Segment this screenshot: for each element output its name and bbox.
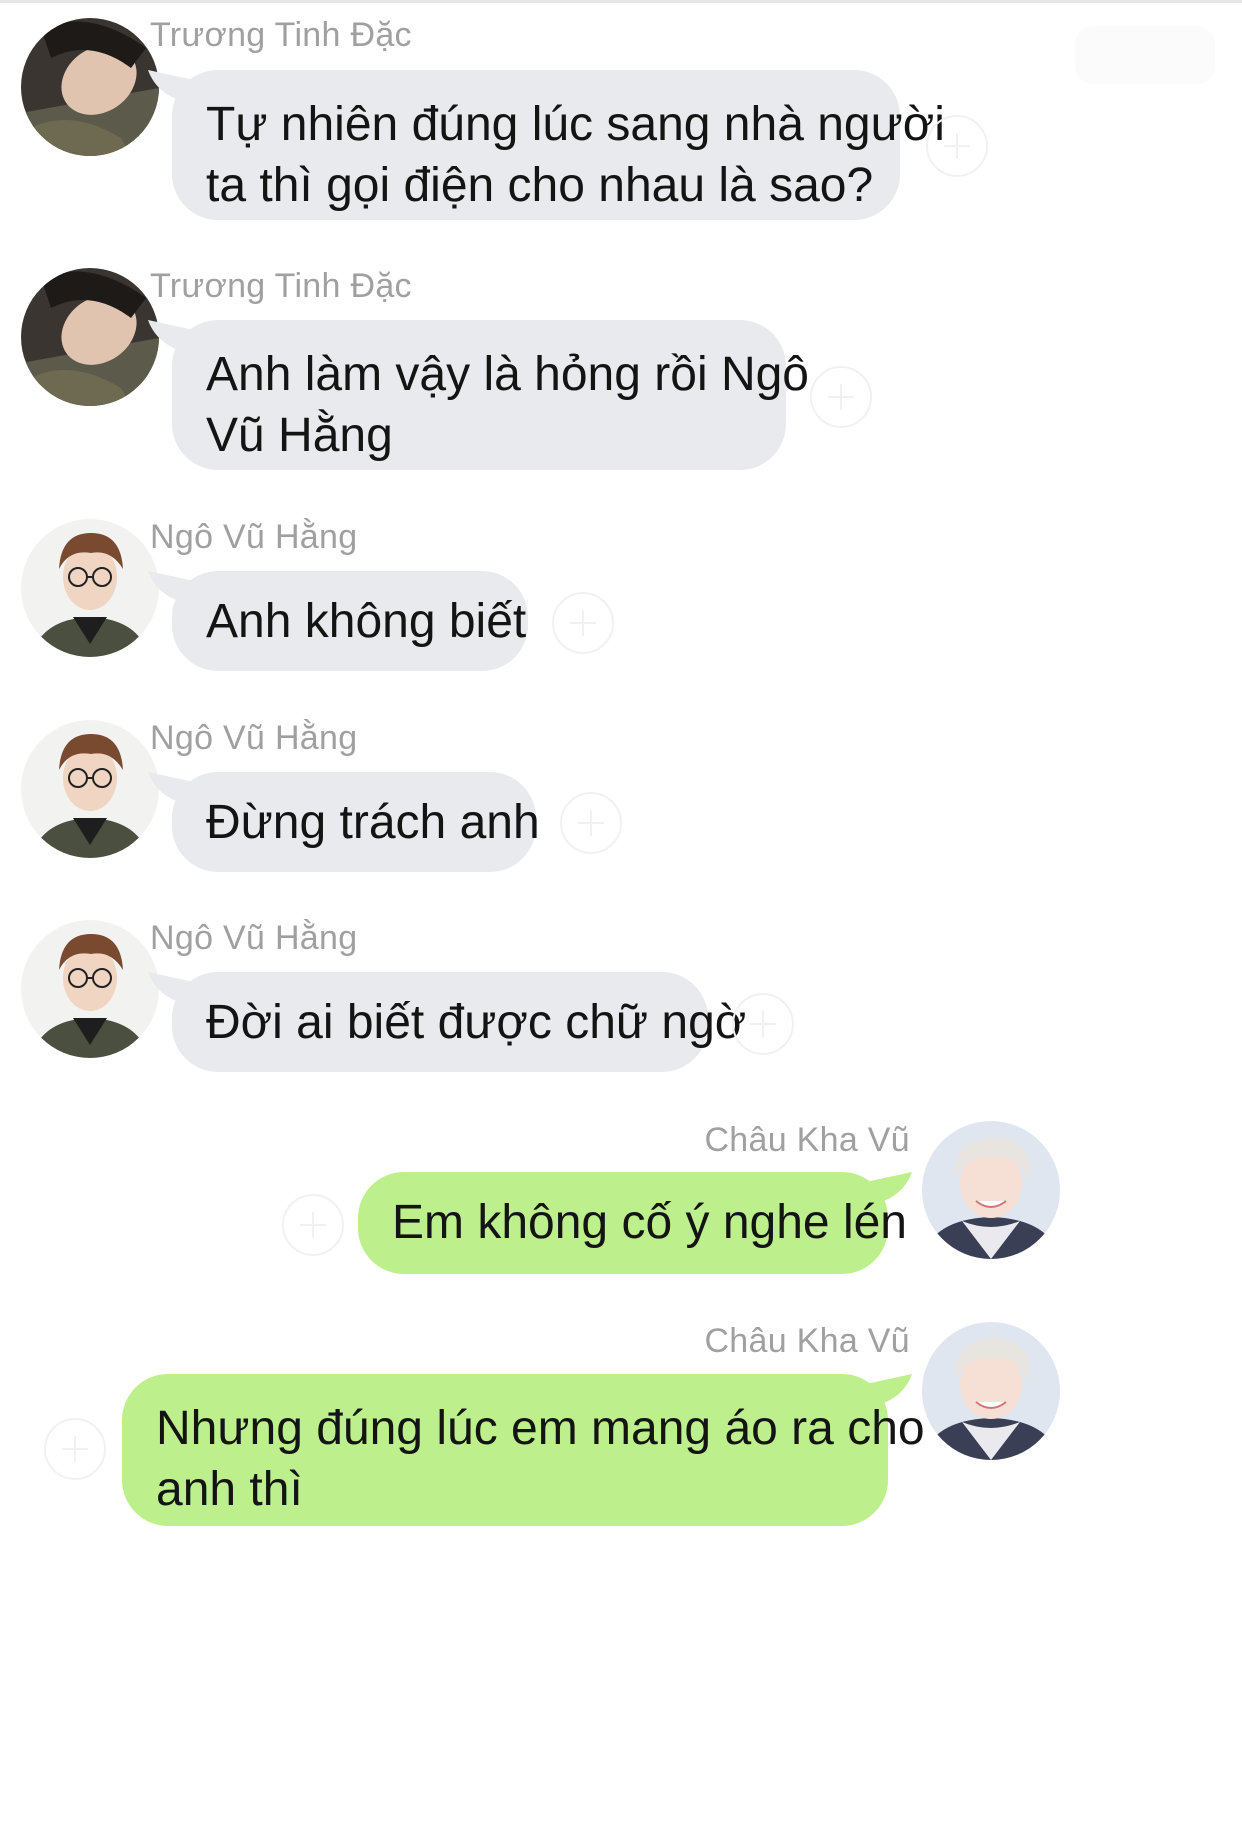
- add-reaction-icon[interactable]: [552, 592, 614, 654]
- message-bubble[interactable]: Anh làm vậy là hỏng rồi Ngô Vũ Hằng: [172, 320, 809, 470]
- add-reaction-icon[interactable]: [810, 366, 872, 428]
- message-bubble[interactable]: Tự nhiên đúng lúc sang nhà người ta thì …: [172, 70, 945, 220]
- sender-name: Ngô Vũ Hằng: [150, 719, 358, 757]
- avatar-image: [21, 920, 159, 1058]
- message-line: Đời ai biết được chữ ngờ: [206, 996, 747, 1049]
- avatar-image: [922, 1121, 1060, 1259]
- message-line: anh thì: [156, 1463, 303, 1516]
- avatar-truong-tinh-dac[interactable]: [21, 268, 159, 406]
- avatar-ngo-vu-hang[interactable]: [21, 920, 159, 1058]
- sender-name: Ngô Vũ Hằng: [150, 919, 358, 957]
- message-bubble[interactable]: Nhưng đúng lúc em mang áo ra cho anh thì: [122, 1374, 925, 1526]
- message-bubble[interactable]: Em không cố ý nghe lén: [358, 1172, 907, 1274]
- add-reaction-icon[interactable]: [732, 993, 794, 1055]
- avatar-ngo-vu-hang[interactable]: [21, 720, 159, 858]
- avatar-image: [922, 1322, 1060, 1460]
- message-line: Em không cố ý nghe lén: [392, 1196, 907, 1249]
- sender-name: Trương Tinh Đặc: [150, 16, 412, 54]
- add-reaction-icon[interactable]: [44, 1418, 106, 1480]
- message-line: Đừng trách anh: [206, 796, 540, 849]
- message-bubble[interactable]: Anh không biết: [172, 571, 528, 671]
- top-divider: [0, 0, 1242, 3]
- message-line: Anh làm vậy là hỏng rồi Ngô: [206, 348, 809, 401]
- avatar-chau-kha-vu[interactable]: [922, 1121, 1060, 1259]
- message-line: Tự nhiên đúng lúc sang nhà người: [206, 98, 945, 151]
- sender-name: Trương Tinh Đặc: [150, 267, 412, 305]
- message-line: Nhưng đúng lúc em mang áo ra cho: [156, 1402, 925, 1455]
- avatar-image: [21, 519, 159, 657]
- avatar-image: [21, 268, 159, 406]
- avatar-ngo-vu-hang[interactable]: [21, 519, 159, 657]
- sender-name: Châu Kha Vũ: [704, 1322, 910, 1360]
- avatar-chau-kha-vu[interactable]: [922, 1322, 1060, 1460]
- add-reaction-icon[interactable]: [926, 115, 988, 177]
- message-bubble[interactable]: Đời ai biết được chữ ngờ: [172, 972, 747, 1072]
- sender-name: Châu Kha Vũ: [704, 1121, 910, 1159]
- message-bubble[interactable]: Đừng trách anh: [172, 772, 540, 872]
- avatar-truong-tinh-dac[interactable]: [21, 18, 159, 156]
- message-line: ta thì gọi điện cho nhau là sao?: [206, 159, 874, 212]
- add-reaction-icon[interactable]: [282, 1194, 344, 1256]
- avatar-image: [21, 720, 159, 858]
- sender-name: Ngô Vũ Hằng: [150, 518, 358, 556]
- message-line: Anh không biết: [206, 595, 527, 648]
- add-reaction-icon[interactable]: [560, 792, 622, 854]
- avatar-image: [21, 18, 159, 156]
- message-line: Vũ Hằng: [206, 409, 393, 462]
- faded-overlay: [1075, 26, 1215, 84]
